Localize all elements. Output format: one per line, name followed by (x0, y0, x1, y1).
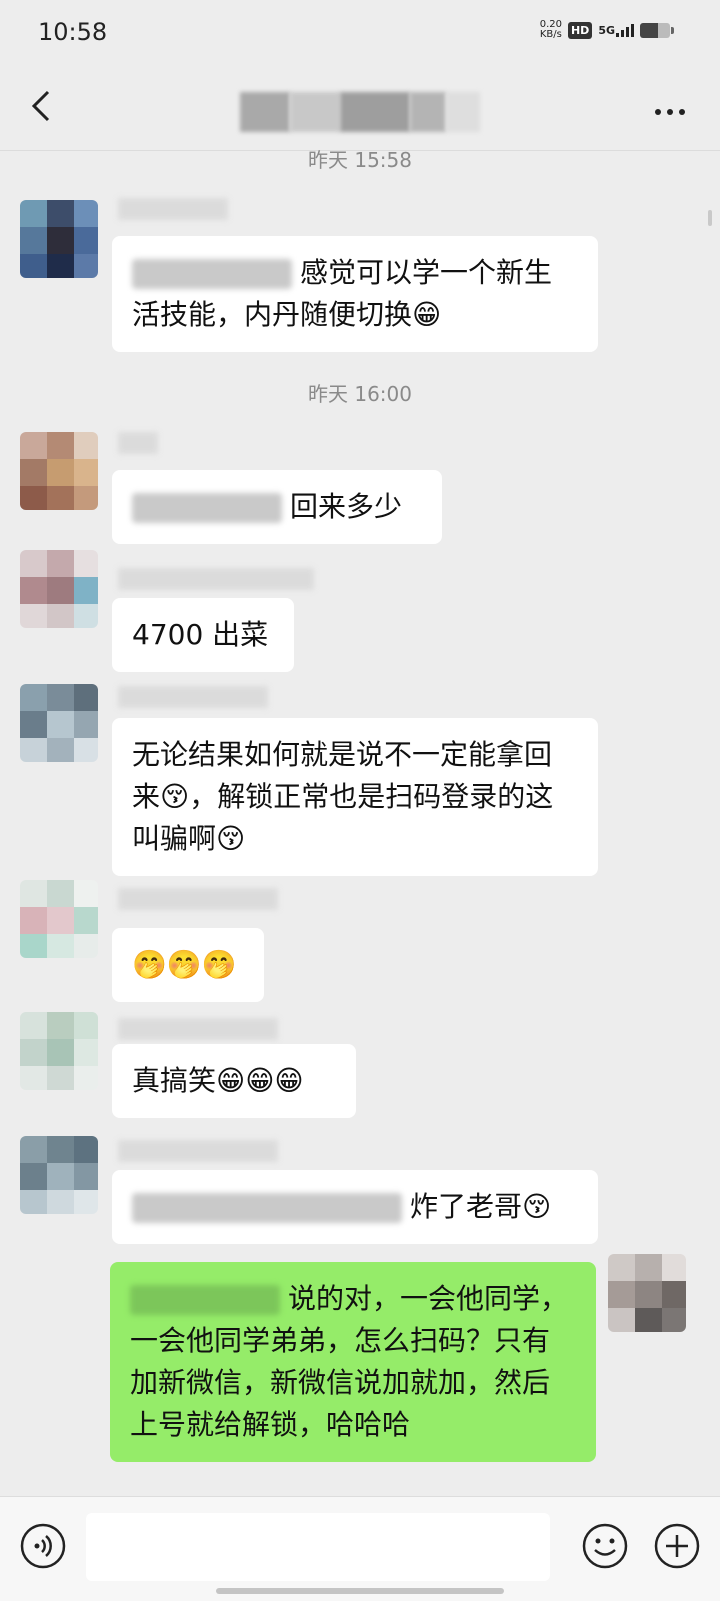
more-dots-icon[interactable] (650, 92, 690, 132)
avatar[interactable] (20, 1012, 98, 1090)
emoji-face-icon[interactable] (580, 1521, 630, 1571)
timestamp-separator: 昨天 16:00 (308, 382, 412, 406)
network-speed: 0.20 KB/s (540, 20, 562, 40)
grin-emoji-icon: 😁 (412, 298, 442, 331)
message-text: 无论结果如何就是说不一定能拿回来😚，解锁正常也是扫码登录的这叫骗啊😚 (132, 738, 554, 855)
scrollbar[interactable] (708, 210, 712, 226)
signal-icon: 5G (598, 23, 634, 37)
sender-name (118, 198, 228, 220)
sender-name (118, 568, 314, 590)
message-text: 真搞笑😁😁😁 (132, 1064, 304, 1097)
input-bar (0, 1496, 720, 1601)
message-bubble[interactable]: 无论结果如何就是说不一定能拿回来😚，解锁正常也是扫码登录的这叫骗啊😚 (112, 718, 598, 876)
chat-header (0, 64, 720, 151)
voice-icon[interactable] (18, 1521, 68, 1571)
status-time: 10:58 (38, 18, 108, 46)
avatar[interactable] (20, 880, 98, 958)
message-bubble[interactable]: 真搞笑😁😁😁 (112, 1044, 356, 1118)
message-bubble[interactable]: 🤭🤭🤭 (112, 928, 264, 1002)
status-bar: 10:58 0.20 KB/s HD 5G (0, 0, 720, 64)
message-text: 4700 出菜 (132, 618, 269, 651)
timestamp-separator: 昨天 15:58 (308, 148, 412, 172)
hd-icon: HD (567, 21, 593, 39)
sender-name (118, 1140, 278, 1162)
avatar[interactable] (20, 1136, 98, 1214)
chat-message-list[interactable]: 昨天 15:58 感觉可以学一个新生活技能，内丹随便切换😁 昨天 16:00 回… (0, 148, 720, 1496)
avatar[interactable] (20, 200, 98, 278)
sender-name (118, 686, 268, 708)
sender-name (118, 432, 158, 454)
home-indicator[interactable] (216, 1588, 504, 1594)
network-type-label: 5G (598, 24, 615, 37)
self-message-bubble[interactable]: 说的对，一会他同学，一会他同学弟弟，怎么扫码？只有加新微信，新微信说加就加，然后… (110, 1262, 596, 1462)
avatar[interactable] (20, 432, 98, 510)
avatar[interactable] (20, 550, 98, 628)
message-text: 🤭🤭🤭 (132, 948, 237, 981)
avatar[interactable] (20, 684, 98, 762)
network-speed-unit: KB/s (539, 29, 562, 40)
message-bubble[interactable]: 炸了老哥😚 (112, 1170, 598, 1244)
battery-icon (640, 22, 674, 38)
message-bubble[interactable]: 感觉可以学一个新生活技能，内丹随便切换😁 (112, 236, 598, 352)
plus-icon[interactable] (652, 1521, 702, 1571)
sender-name (118, 1018, 278, 1040)
message-bubble[interactable]: 回来多少 (112, 470, 442, 544)
message-text: 炸了老哥😚 (410, 1190, 552, 1223)
back-arrow-icon[interactable] (24, 88, 60, 124)
message-bubble[interactable]: 4700 出菜 (112, 598, 294, 672)
status-icons: 0.20 KB/s HD 5G (540, 20, 674, 40)
message-input[interactable] (86, 1513, 550, 1581)
chat-title (240, 92, 480, 132)
sender-name (118, 888, 278, 910)
message-text: 回来多少 (290, 490, 403, 523)
self-avatar[interactable] (608, 1254, 686, 1332)
